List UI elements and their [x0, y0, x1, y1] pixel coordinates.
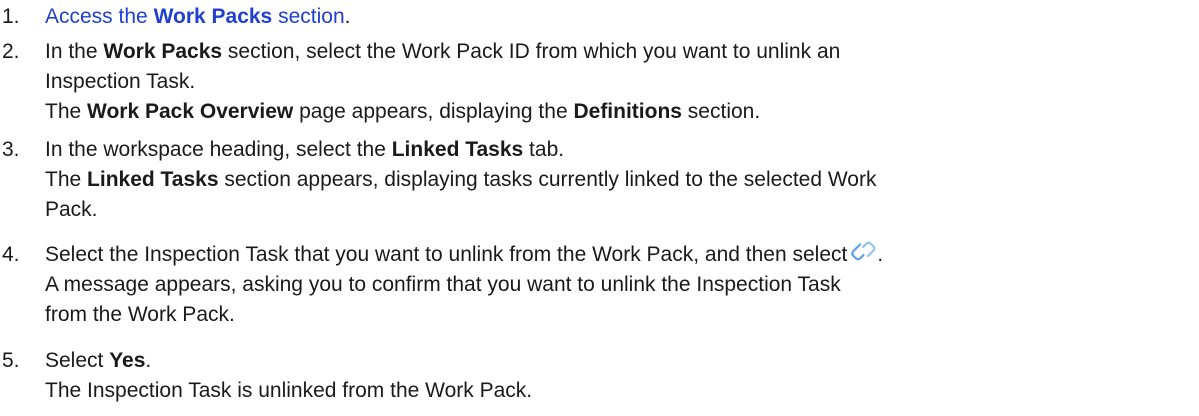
result-text: section appears, displaying tasks curren… — [218, 168, 877, 191]
step-result: The Inspection Task is unlinked from the… — [45, 376, 1195, 406]
result-bold-text: Work Pack Overview — [87, 100, 294, 123]
result-text: from the Work Pack. — [45, 303, 235, 326]
result-text: A message appears, asking you to confirm… — [45, 273, 841, 296]
result-bold-text: Definitions — [573, 100, 682, 123]
result-text: The Inspection Task is unlinked from the… — [45, 379, 533, 402]
step-text: . — [344, 5, 351, 28]
step-bold-text: Work Packs — [103, 40, 223, 63]
step-text: section, select the Work Pack ID from wh… — [222, 40, 841, 63]
work-packs-link[interactable]: Access the Work Packs section — [45, 5, 345, 28]
result-text: page appears, displaying the — [293, 100, 574, 123]
result-text: Pack. — [45, 198, 98, 221]
step-result: The Work Pack Overview page appears, dis… — [45, 97, 1195, 127]
step-number: 3. — [2, 138, 20, 161]
step-number: 2. — [2, 40, 20, 63]
step-result: A message appears, asking you to confirm… — [45, 270, 1199, 330]
step-text: . — [145, 349, 152, 372]
result-text: section. — [681, 100, 761, 123]
step-number: 1. — [2, 5, 20, 28]
link-text: section — [272, 5, 345, 28]
step-bold-text: Linked Tasks — [391, 138, 524, 161]
step-4: 4. Select the Inspection Task that you w… — [0, 240, 1199, 330]
step-text: Select — [45, 349, 110, 372]
step-text: Inspection Task. — [45, 70, 196, 93]
step-result: The Linked Tasks section appears, displa… — [45, 165, 1195, 225]
link-text: Access the — [45, 5, 154, 28]
step-bold-text: Yes — [109, 349, 146, 372]
step-text: . — [877, 243, 884, 266]
step-number: 5. — [2, 349, 20, 372]
step-number: 4. — [2, 243, 20, 266]
step-text: In the — [45, 40, 104, 63]
step-3: 3. In the workspace heading, select the … — [0, 135, 1195, 225]
step-2: 2. In the Work Packs section, select the… — [0, 37, 1195, 127]
step-text: tab. — [523, 138, 565, 161]
link-bold-text: Work Packs — [153, 5, 273, 28]
unlink-icon[interactable] — [849, 240, 877, 264]
result-bold-text: Linked Tasks — [87, 168, 219, 191]
result-text: The — [45, 168, 88, 191]
result-text: The — [45, 100, 88, 123]
step-5: 5. Select Yes. The Inspection Task is un… — [0, 346, 1195, 406]
step-text: Select the Inspection Task that you want… — [45, 243, 848, 266]
step-1: 1. Access the Work Packs section. — [0, 2, 1195, 32]
step-text: In the workspace heading, select the — [45, 138, 392, 161]
